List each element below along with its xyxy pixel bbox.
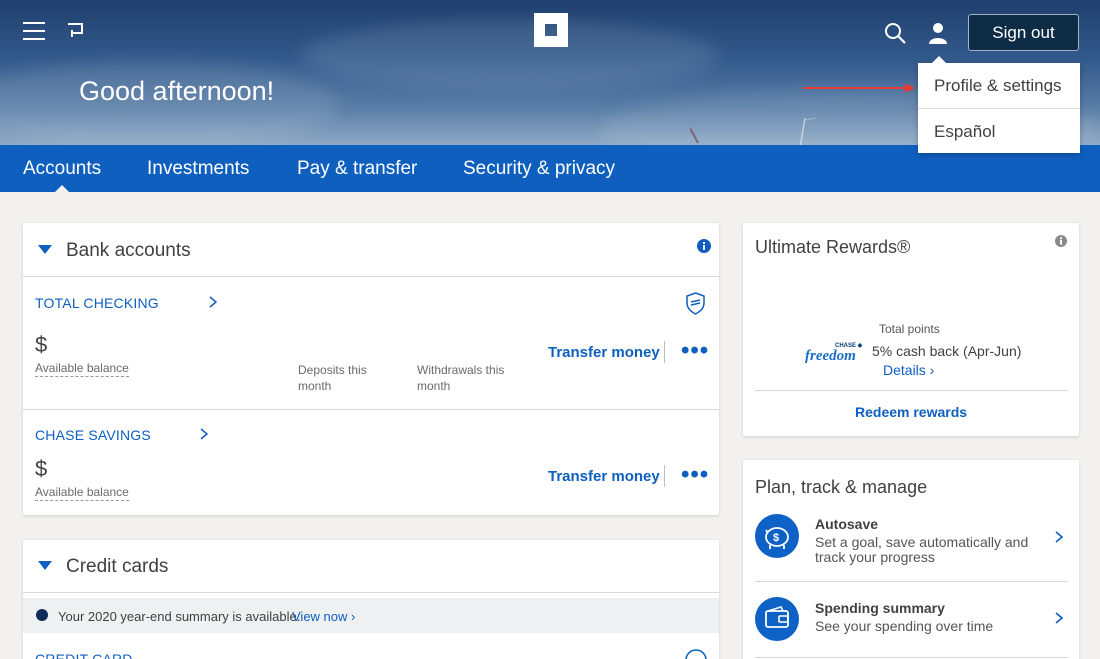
autosave-title[interactable]: Autosave [815,516,878,532]
withdrawals-label: Withdrawals this month [417,363,505,393]
chase-logo[interactable] [534,13,568,47]
piggy-bank-icon: $ [755,514,799,558]
chevron-right-icon[interactable] [1055,612,1063,624]
chevron-right-icon[interactable] [1055,531,1063,543]
redeem-rewards-link[interactable]: Redeem rewards [855,404,967,420]
transfer-money-button[interactable]: Transfer money [548,468,660,485]
collapse-caret-icon[interactable] [38,245,52,254]
spending-summary-title[interactable]: Spending summary [815,600,945,616]
collapse-caret-icon[interactable] [38,561,52,570]
spending-summary-description: See your spending over time [815,618,994,634]
chevron-right-icon[interactable] [209,296,217,308]
profile-dropdown: Profile & settings Español [918,56,1080,153]
annotation-arrow [803,83,915,93]
info-icon[interactable] [697,239,711,253]
divider [23,276,719,277]
available-balance-label[interactable]: Available balance [35,361,129,377]
menu-item-profile-settings[interactable]: Profile & settings [918,63,1080,108]
more-options-icon[interactable]: ••• [681,339,709,363]
divider [664,341,665,363]
divider [23,592,719,593]
balance-amount: $ [35,456,48,481]
credit-cards-title: Credit cards [66,556,169,577]
active-tab-indicator [55,185,69,192]
tab-investments[interactable]: Investments [147,145,249,192]
tab-security-privacy[interactable]: Security & privacy [463,145,615,192]
menu-icon[interactable] [23,22,45,40]
wallet-icon [755,597,799,641]
summary-text: Your 2020 year-end summary is available. [58,609,301,624]
sign-out-button[interactable]: Sign out [968,14,1079,51]
autosave-description: Set a goal, save automatically and track… [815,534,1029,565]
menu-item-espanol[interactable]: Español [918,108,1080,153]
divider [755,581,1068,582]
rewards-title: Ultimate Rewards® [755,237,911,257]
deposits-label: Deposits this month [298,363,367,393]
plan-title: Plan, track & manage [755,477,928,497]
card-status-icon[interactable] [684,648,708,659]
tab-pay-transfer[interactable]: Pay & transfer [297,145,417,192]
rewards-offer: 5% cash back (Apr-Jun) [872,343,1022,359]
transfer-money-button[interactable]: Transfer money [548,344,660,361]
profile-icon[interactable] [928,22,948,44]
divider [23,409,719,410]
chevron-right-icon[interactable] [200,428,208,440]
greeting-heading: Good afternoon! [79,76,275,106]
shield-icon[interactable] [685,292,706,315]
view-now-link[interactable]: View now › [292,609,355,624]
details-link[interactable]: Details › [883,362,934,378]
account-name-chase-savings[interactable]: CHASE SAVINGS [35,427,151,443]
total-points-label: Total points [879,322,940,336]
balance-amount: $ [35,332,48,357]
more-options-icon[interactable]: ••• [681,463,709,487]
notice-dot-icon [36,609,48,621]
bank-accounts-title: Bank accounts [66,240,191,261]
search-icon[interactable] [884,22,906,44]
divider [664,465,665,487]
divider [755,657,1068,658]
available-balance-label[interactable]: Available balance [35,485,129,501]
account-name-total-checking[interactable]: TOTAL CHECKING [35,295,159,311]
svg-text:$: $ [773,532,779,544]
svg-text:freedom: freedom [805,348,856,364]
divider [755,390,1068,391]
chase-freedom-logo: CHASE ◆ freedom [805,342,863,364]
account-name-credit-card[interactable]: CREDIT CARD [35,651,133,659]
flag-icon[interactable] [66,22,84,42]
info-icon[interactable] [1055,235,1067,247]
